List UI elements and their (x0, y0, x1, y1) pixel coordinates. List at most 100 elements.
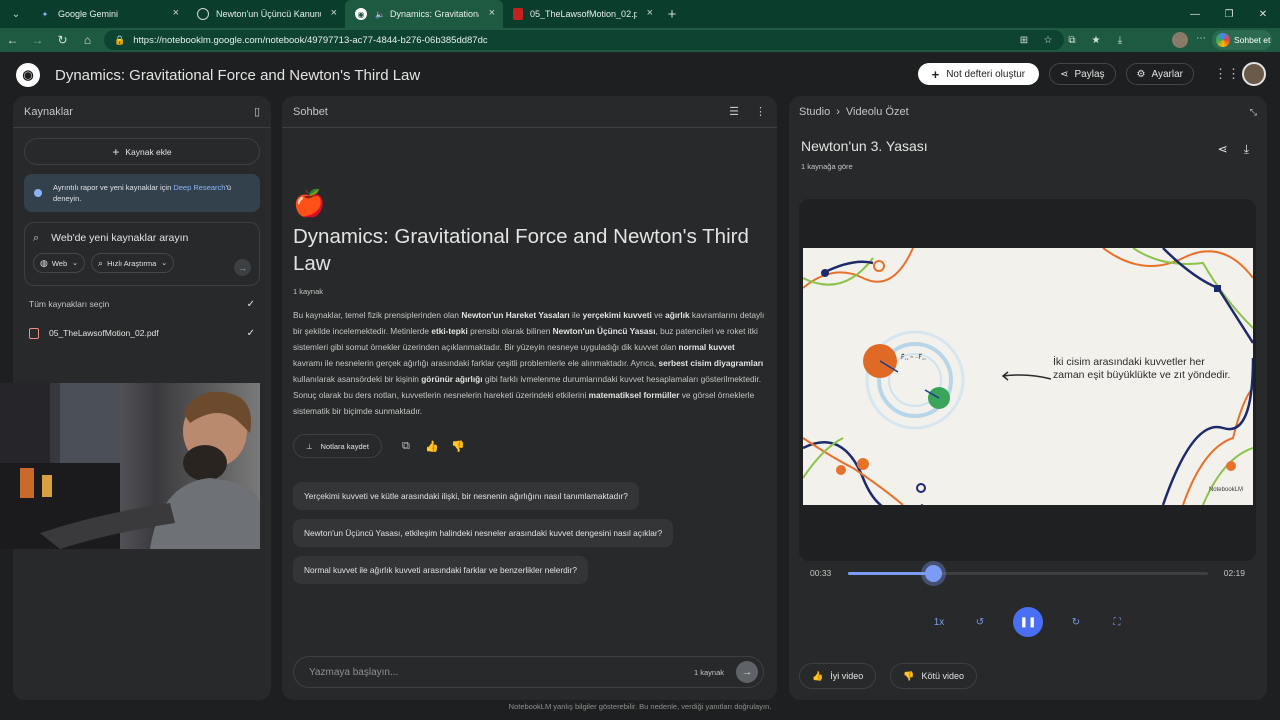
pdf-icon (513, 8, 523, 20)
tab-title: Google Gemini (58, 9, 119, 19)
tab-pdf[interactable]: 05_TheLawsofMotion_02.pdf × (503, 0, 661, 28)
fast-research-chip[interactable]: ⌕ Hızlı Araştırma ⌄ (91, 253, 175, 273)
back-icon[interactable]: ← (0, 33, 25, 47)
progress-fill (848, 572, 934, 575)
chat-header: Sohbet (293, 105, 328, 118)
tab-newton[interactable]: Newton'un Üçüncü Kanunu × (187, 0, 345, 28)
send-arrow-icon[interactable]: → (736, 661, 758, 683)
share-button[interactable]: ⋖ Paylaş (1049, 63, 1116, 85)
notebooklm-logo-icon[interactable]: ◉ (16, 63, 40, 87)
current-time: 00:33 (810, 568, 832, 578)
plus-icon: + (931, 66, 940, 82)
notebooklm-icon: ◉ (355, 8, 367, 20)
suggested-questions: Yerçekimi kuvveti ve kütle arasındaki il… (293, 482, 766, 584)
research-icon: ⌕ (98, 257, 104, 268)
more-vert-icon[interactable]: ⋮ (755, 105, 766, 118)
address-bar-row: ← → ↻ ⌂ 🔒 https://notebooklm.google.com/… (0, 28, 1280, 52)
close-icon[interactable]: × (331, 7, 337, 19)
settings-button[interactable]: ⚙ Ayarlar (1125, 63, 1194, 85)
chat-input[interactable]: Yazmaya başlayın... 1 kaynak → (293, 656, 764, 688)
extensions-icon[interactable]: ⧉ (1060, 35, 1084, 46)
favorites-icon[interactable]: ★ (1084, 35, 1108, 46)
avatar[interactable] (1242, 62, 1266, 86)
forward-icon[interactable]: → (25, 33, 50, 47)
thumbs-up-icon[interactable]: 👍 (422, 440, 442, 453)
share-icon[interactable]: ⋖ (1218, 142, 1228, 157)
progress-thumb[interactable] (925, 565, 943, 582)
forward-10-icon[interactable]: ↻ (1068, 617, 1084, 628)
save-to-notes-button[interactable]: ⊥ Notlara kaydet (293, 434, 382, 458)
deep-research-link[interactable]: Deep Research (173, 183, 225, 192)
search-input[interactable]: ⌕ Web'de yeni kaynaklar arayın (33, 223, 251, 253)
bad-video-button[interactable]: 👎 Kötü video (890, 663, 977, 689)
source-item[interactable]: 05_TheLawsofMotion_02.pdf ✓ (29, 321, 255, 345)
webcam-scene (0, 383, 260, 549)
deep-research-icon (34, 189, 42, 197)
search-placeholder: Web'de yeni kaynaklar arayın (51, 232, 189, 244)
apps-icon[interactable]: ⊞ (1012, 35, 1036, 46)
chat-button[interactable]: Sohbet et (1212, 30, 1272, 50)
download-icon[interactable]: ⤓ (1244, 142, 1249, 157)
summary-segment: ağırlık (665, 310, 690, 320)
download-icon[interactable]: ⤓ (1108, 35, 1132, 46)
share-label: Paylaş (1074, 68, 1105, 80)
rewind-10-icon[interactable]: ↺ (972, 617, 988, 628)
breadcrumb-video-summary: Videolu Özet (845, 106, 909, 118)
pdf-icon (29, 327, 39, 339)
webcam-overlay (0, 383, 260, 549)
total-time: 02:19 (1223, 568, 1245, 578)
fullscreen-icon[interactable]: ⛶ (1109, 617, 1125, 628)
submit-arrow-icon[interactable]: → (234, 259, 251, 276)
home-icon[interactable]: ⌂ (75, 33, 100, 47)
collapse-icon[interactable]: ⤡ (1250, 107, 1257, 118)
summary-segment: ile (569, 310, 583, 320)
pause-button[interactable]: ❚❚ (1013, 607, 1043, 637)
select-all-row[interactable]: Tüm kaynakları seçin ✓ (29, 292, 255, 316)
star-icon[interactable]: ☆ (1036, 35, 1060, 46)
tab-list-icon[interactable]: ⌄ (3, 4, 29, 24)
close-icon[interactable]: × (647, 7, 653, 19)
summary-segment: Newton'un Hareket Yasaları (461, 310, 570, 320)
restore-icon[interactable]: ❐ (1212, 9, 1246, 20)
suggestion-chip[interactable]: Newton'un Üçüncü Yasası, etkileşim halin… (293, 519, 674, 547)
suggestion-chip[interactable]: Normal kuvvet ile ağırlık kuvveti arasın… (293, 556, 588, 584)
search-icon: ⌕ (33, 231, 40, 244)
reload-icon[interactable]: ↻ (50, 33, 75, 47)
suggestion-chip[interactable]: Yerçekimi kuvveti ve kütle arasındaki il… (293, 482, 639, 510)
profile-avatar[interactable] (1172, 32, 1188, 48)
summary-segment: serbest cisim diyagramları (658, 358, 764, 368)
collapse-panel-icon[interactable]: ▯ (254, 105, 260, 118)
thumbs-up-icon: 👍 (812, 670, 824, 681)
progress-track[interactable] (848, 572, 1208, 575)
pause-icon: ❚❚ (1019, 616, 1037, 628)
globe-icon: ◍ (40, 257, 48, 268)
add-source-button[interactable]: + Kaynak ekle (24, 138, 260, 165)
app-header: ◉ Dynamics: Gravitational Force and Newt… (0, 52, 1280, 98)
close-icon[interactable]: × (173, 7, 179, 19)
good-video-button[interactable]: 👍 İyi video (799, 663, 877, 689)
close-window-icon[interactable]: ✕ (1246, 9, 1280, 20)
web-chip[interactable]: ◍ Web ⌄ (33, 253, 86, 273)
plus-icon: + (112, 144, 120, 159)
tab-notebooklm[interactable]: ◉ 🔈 Dynamics: Gravitational Force × (345, 0, 503, 28)
more-icon[interactable]: ⋯ (1196, 33, 1206, 44)
video-player[interactable]: F⃗₁₂ = −F⃗₂₁ İki cisim arasındaki kuvvet… (799, 199, 1256, 561)
notebook-title[interactable]: Dynamics: Gravitational Force and Newton… (55, 67, 420, 84)
breadcrumb-studio[interactable]: Studio (799, 106, 830, 118)
new-tab-button[interactable]: + (661, 6, 683, 23)
speaker-icon[interactable]: 🔈 (374, 8, 386, 20)
close-icon[interactable]: × (489, 7, 495, 19)
checkbox-checked-icon[interactable]: ✓ (247, 299, 255, 310)
checkbox-checked-icon[interactable]: ✓ (247, 328, 255, 339)
tab-gemini[interactable]: ✦ Google Gemini × (29, 0, 187, 28)
tune-icon[interactable]: ☰ (729, 105, 739, 118)
deep-research-banner[interactable]: Ayrıntılı rapor ve yeni kaynaklar için D… (24, 174, 260, 212)
notebook-emoji: 🍎 (293, 188, 326, 218)
apps-grid-icon[interactable]: ⋮⋮ (1214, 66, 1240, 82)
playback-speed-button[interactable]: 1x (931, 617, 947, 628)
minimize-icon[interactable]: — (1178, 9, 1212, 20)
url-field[interactable]: 🔒 https://notebooklm.google.com/notebook… (104, 30, 1064, 50)
copy-icon[interactable]: ⧉ (396, 440, 416, 453)
new-notebook-button[interactable]: + Not defteri oluştur (917, 63, 1040, 85)
thumbs-down-icon[interactable]: 👎 (448, 440, 468, 453)
